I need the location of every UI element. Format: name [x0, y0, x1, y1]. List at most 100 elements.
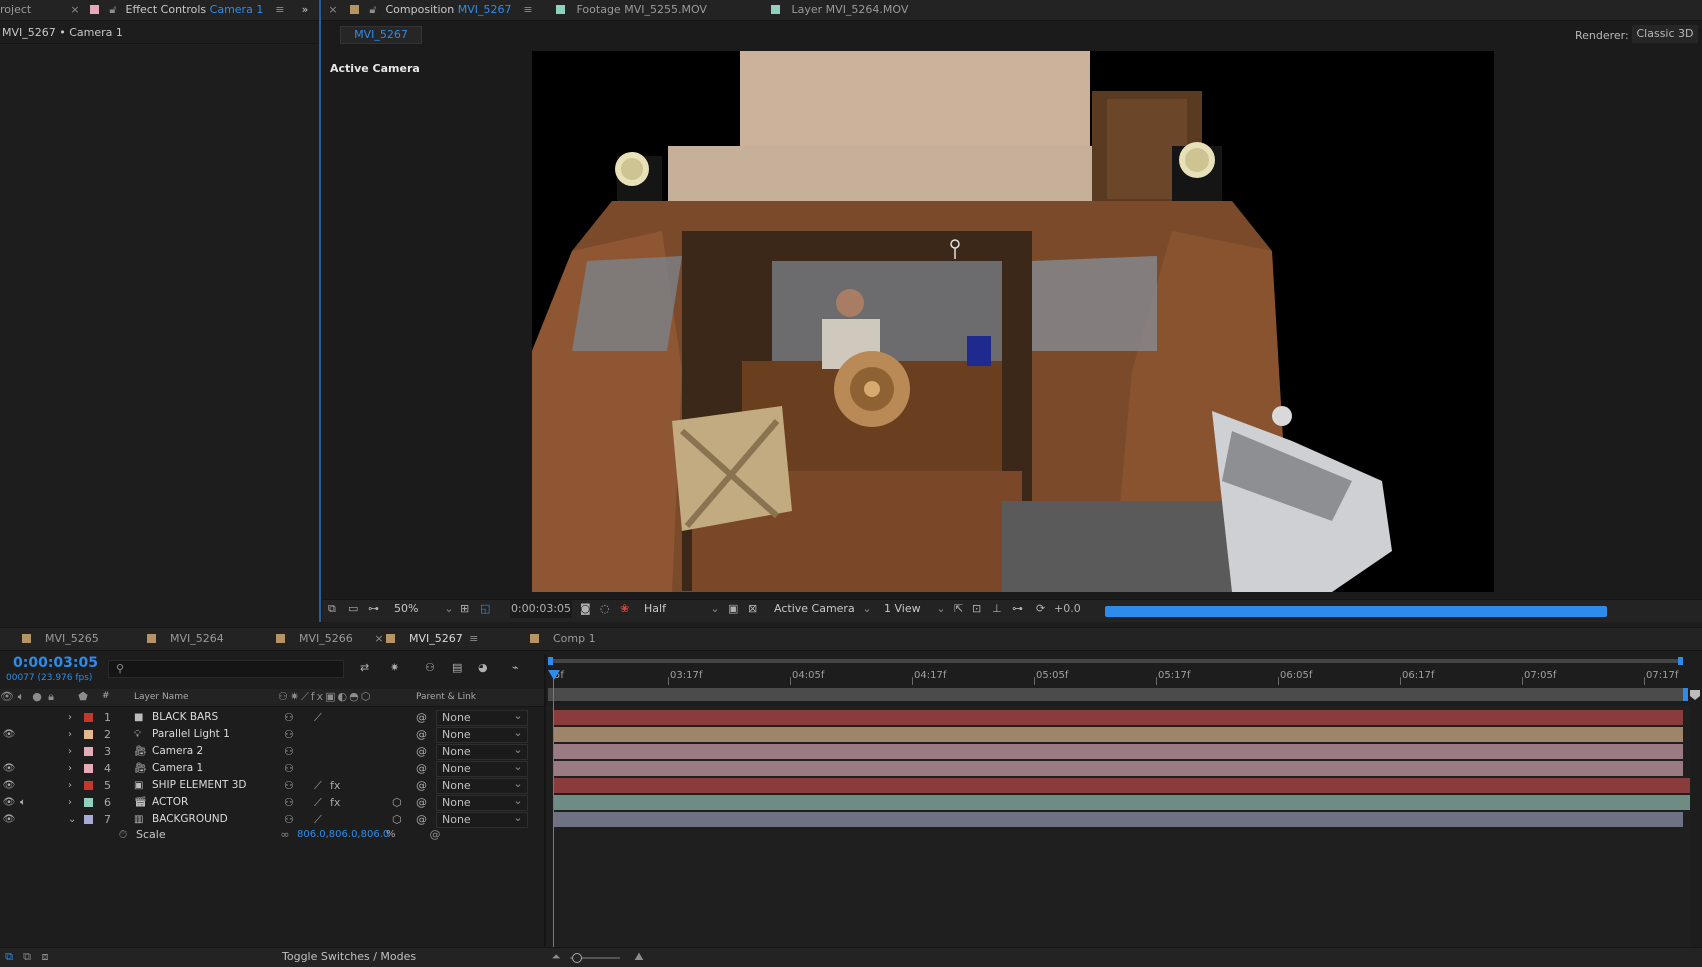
shy-switch-icon[interactable]: ⚇ — [284, 760, 296, 777]
zoom-slider[interactable] — [570, 953, 620, 963]
solo-toggle[interactable] — [30, 726, 42, 743]
navigator-start-handle[interactable] — [548, 657, 553, 665]
timeline-tab-mvi-5267[interactable]: × MVI_5267 ≡ — [374, 629, 481, 649]
layer-row[interactable]: › 3 🎥︎ Camera 2 ⚇ @ None ⌄ — [0, 743, 544, 760]
pickwhip-icon[interactable]: @ — [416, 743, 428, 760]
layer-name[interactable]: SHIP ELEMENT 3D — [152, 777, 247, 794]
playhead-line[interactable] — [553, 671, 554, 947]
in-out-icon[interactable]: ⧈ — [38, 950, 52, 964]
panel-menu-icon[interactable]: ≡ — [521, 3, 535, 17]
layer-row[interactable]: 👁︎ › 2 💡︎ Parallel Light 1 ⚇ @ None ⌄ — [0, 726, 544, 743]
timeline-icon[interactable]: ⊥ — [992, 600, 1002, 618]
parent-dropdown[interactable]: None ⌄ — [436, 726, 528, 743]
layer-name[interactable]: BLACK BARS — [152, 709, 218, 726]
stopwatch-icon[interactable]: ⏱︎ — [116, 828, 130, 842]
pickwhip-icon[interactable]: @ — [416, 760, 428, 777]
solo-toggle[interactable] — [30, 760, 42, 777]
composition-viewer[interactable]: MVI_5267 Renderer: Classic 3D Active Cam… — [322, 21, 1702, 621]
audio-toggle[interactable] — [16, 726, 30, 743]
lock-icon[interactable]: 🔓︎ — [106, 3, 120, 17]
current-time[interactable]: 0:00:03:05 — [13, 655, 98, 671]
monitor-icon[interactable]: ▭ — [348, 600, 358, 618]
timeline-tab-mvi-5264[interactable]: MVI_5264 — [147, 629, 224, 649]
pickwhip-icon[interactable]: @ — [416, 726, 428, 743]
quality-switch-icon[interactable]: ⟋ — [314, 709, 326, 726]
close-icon[interactable]: × — [326, 3, 340, 17]
timeline-tab-mvi-5265[interactable]: MVI_5265 — [22, 629, 99, 649]
audio-toggle[interactable] — [16, 760, 30, 777]
panel-expand-button[interactable]: » — [298, 0, 312, 20]
layer-name[interactable]: ACTOR — [152, 794, 188, 811]
graph-editor-icon[interactable]: ⌁ — [512, 659, 519, 677]
parent-dropdown[interactable]: None ⌄ — [436, 709, 528, 726]
time-ruler[interactable]: 5f 03:17f 04:05f 04:17f 05:05f 05:17f 06:05f 06… — [548, 666, 1688, 688]
always-preview-icon[interactable]: ⧉ — [328, 600, 336, 618]
lock-icon[interactable]: 🔓︎ — [366, 3, 380, 17]
work-area-end[interactable] — [1683, 688, 1688, 701]
parent-dropdown[interactable]: None ⌄ — [436, 760, 528, 777]
zoom-slider-handle[interactable] — [572, 953, 582, 963]
label-color-swatch[interactable] — [84, 713, 93, 722]
layer-search-input[interactable]: ⚲ — [108, 660, 344, 678]
parent-dropdown[interactable]: None ⌄ — [436, 777, 528, 794]
shy-switch-icon[interactable]: ⚇ — [284, 709, 296, 726]
label-color-swatch[interactable] — [84, 764, 93, 773]
solo-toggle[interactable] — [30, 794, 42, 811]
3d-layer-switch-icon[interactable]: ⬡ — [392, 794, 404, 811]
layer-row[interactable]: 👁︎ › 4 🎥︎ Camera 1 ⚇ @ None ⌄ — [0, 760, 544, 777]
visibility-toggle[interactable]: 👁︎ — [2, 794, 16, 811]
solo-toggle[interactable] — [30, 777, 42, 794]
solo-toggle[interactable] — [30, 743, 42, 760]
close-icon[interactable]: × — [68, 3, 82, 17]
layer-switches-icon[interactable]: ⧉ — [2, 950, 16, 964]
camera-view-dropdown[interactable]: Active Camera ⌄ — [774, 600, 874, 618]
twirl-down-icon[interactable]: › — [68, 760, 78, 777]
parent-dropdown[interactable]: None ⌄ — [436, 743, 528, 760]
tab-effect-controls[interactable]: × 🔓︎ Effect Controls Camera 1 ≡ — [68, 0, 287, 20]
property-value[interactable]: 806.0,806.0,806.0 — [297, 826, 389, 843]
audio-toggle[interactable] — [16, 743, 30, 760]
layer-duration-bar[interactable] — [553, 744, 1683, 759]
fast-preview-icon[interactable]: ▣ — [728, 600, 738, 618]
twirl-down-icon[interactable]: › — [68, 777, 78, 794]
work-area-bar[interactable] — [548, 688, 1683, 701]
layer-name[interactable]: Parallel Light 1 — [152, 726, 230, 743]
label-color-swatch[interactable] — [84, 781, 93, 790]
layer-duration-bar[interactable] — [553, 795, 1690, 810]
roi-icon[interactable]: ◱ — [480, 600, 490, 618]
close-icon[interactable]: × — [372, 632, 386, 646]
shy-switch-icon[interactable]: ⚇ — [284, 794, 296, 811]
motion-blur-icon[interactable]: ◕ — [478, 659, 488, 677]
render-icon[interactable]: ⊡ — [972, 600, 981, 618]
visibility-toggle[interactable]: 👁︎ — [2, 760, 16, 777]
snapshot-icon[interactable]: ◙ — [580, 600, 591, 618]
panel-menu-icon[interactable]: ≡ — [273, 3, 287, 17]
audio-toggle[interactable] — [16, 777, 30, 794]
lock-toggle[interactable] — [44, 743, 56, 760]
layer-duration-bar[interactable] — [553, 727, 1683, 742]
toggle-switches-modes[interactable]: Toggle Switches / Modes — [282, 950, 416, 963]
fx-switch-icon[interactable]: fx — [330, 777, 342, 794]
comp-marker-icon[interactable] — [1690, 690, 1700, 700]
tab-layer[interactable]: Layer MVI_5264.MOV — [771, 0, 908, 20]
exposure-value[interactable]: +0.0 — [1054, 600, 1081, 618]
lock-toggle[interactable] — [44, 726, 56, 743]
visibility-toggle[interactable]: 👁︎ — [2, 726, 16, 743]
quality-switch-icon[interactable]: ⟋ — [314, 794, 326, 811]
layer-duration-bar[interactable] — [553, 761, 1683, 776]
toggle-pixel-aspect-icon[interactable]: ⇱ — [954, 600, 963, 618]
layer-name[interactable]: Camera 1 — [152, 760, 203, 777]
tab-project[interactable]: roject — [0, 0, 31, 20]
time-navigator[interactable] — [548, 656, 1688, 666]
composition-mini-flowchart-icon[interactable]: ⇄ — [360, 659, 369, 677]
panel-menu-icon[interactable]: ≡ — [467, 632, 481, 646]
playhead-handle[interactable] — [548, 670, 560, 680]
layer-duration-bar[interactable] — [553, 710, 1683, 725]
frame-blend-icon[interactable]: ▤ — [452, 659, 462, 677]
pickwhip-icon[interactable]: @ — [416, 709, 428, 726]
label-color-swatch[interactable] — [84, 798, 93, 807]
twirl-down-icon[interactable]: › — [68, 726, 78, 743]
lock-toggle[interactable] — [44, 709, 56, 726]
layer-row[interactable]: 👁︎ › 5 ▣ SHIP ELEMENT 3D ⚇ ⟋ fx @ None ⌄ — [0, 777, 544, 794]
zoom-dropdown[interactable]: 50% ⌄ — [394, 600, 454, 618]
